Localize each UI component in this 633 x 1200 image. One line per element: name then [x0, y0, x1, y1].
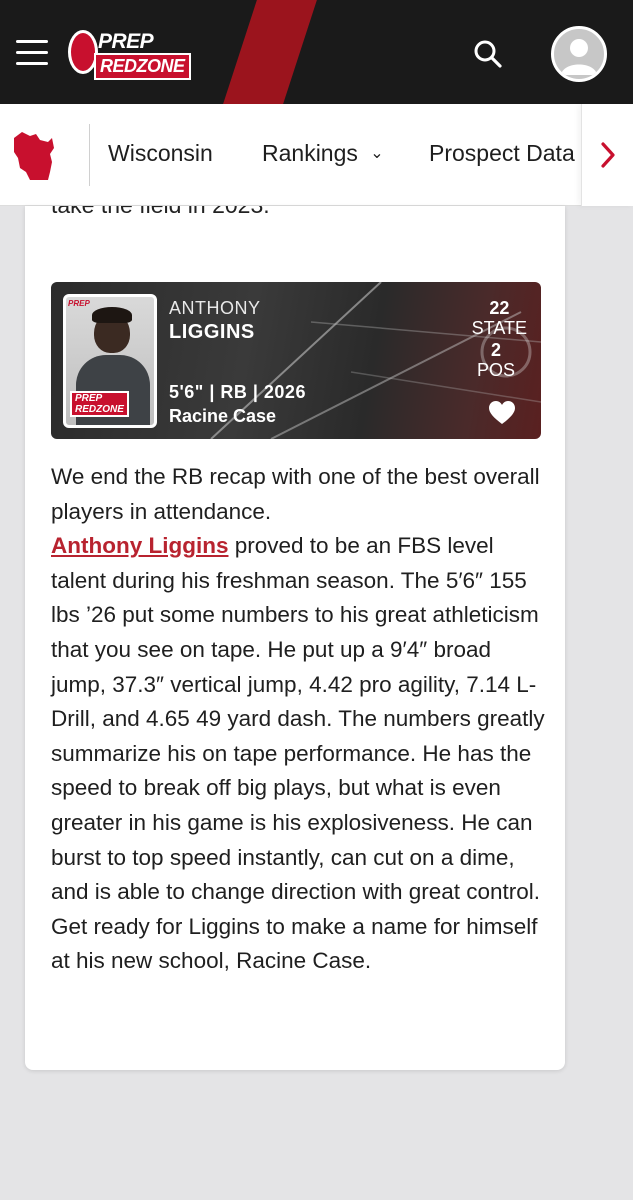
player-first-name: ANTHONY	[169, 298, 261, 318]
article-intro: We end the RB recap with one of the best…	[51, 464, 540, 524]
player-photo: PREP PREP REDZONE	[63, 294, 157, 428]
chevron-down-icon: ⌄	[370, 145, 384, 162]
nav-item-wisconsin[interactable]: Wisconsin	[108, 140, 213, 167]
player-last-name: LIGGINS	[169, 321, 255, 343]
chevron-right-icon	[600, 142, 615, 168]
cut-off-text-clip: take the field in 2023.	[25, 206, 565, 220]
position-rank: 2 POS	[477, 340, 515, 380]
nav-next-button[interactable]	[581, 104, 633, 206]
article-paragraph: proved to be an FBS level talent during …	[51, 533, 545, 974]
player-card[interactable]: PREP PREP REDZONE ANTHONY LIGGINS 5'6" |…	[51, 282, 541, 439]
player-school: Racine Case	[169, 406, 277, 426]
player-meta: 5'6" | RB | 2026	[169, 382, 306, 402]
nav-item-rankings[interactable]: Rankings ⌄	[262, 140, 384, 167]
player-hair	[92, 307, 132, 323]
header-decor-stripe	[223, 0, 317, 104]
photo-logo: PREP REDZONE	[70, 391, 129, 417]
wisconsin-state-icon[interactable]	[10, 128, 62, 182]
nav-divider	[89, 124, 90, 186]
position-rank-value: 2	[490, 340, 501, 360]
state-rank: 22 STATE	[472, 298, 527, 338]
logo-word-redzone: REDZONE	[94, 53, 191, 80]
menu-icon[interactable]	[16, 40, 48, 68]
state-rank-value: 22	[489, 298, 510, 318]
player-profile-link[interactable]: Anthony Liggins	[51, 533, 228, 558]
article-body: We end the RB recap with one of the best…	[51, 460, 551, 979]
heart-icon[interactable]	[488, 400, 516, 426]
cut-off-text: take the field in 2023.	[51, 206, 270, 219]
search-icon[interactable]	[472, 38, 504, 70]
photo-backdrop-logo: PREP	[68, 299, 90, 308]
user-silhouette-icon	[561, 39, 597, 75]
nav-item-prospect-data[interactable]: Prospect Data	[429, 130, 581, 178]
top-bar: PREP REDZONE	[0, 0, 633, 104]
nav-item-prospect-data-label: Prospect Data	[429, 140, 575, 166]
prep-redzone-logo[interactable]: PREP REDZONE	[68, 28, 218, 80]
nav-item-rankings-label: Rankings	[262, 140, 358, 166]
position-rank-label: POS	[476, 360, 515, 380]
logo-word-prep: PREP	[98, 30, 154, 53]
state-rank-label: STATE	[471, 318, 527, 338]
user-avatar[interactable]	[551, 26, 607, 82]
